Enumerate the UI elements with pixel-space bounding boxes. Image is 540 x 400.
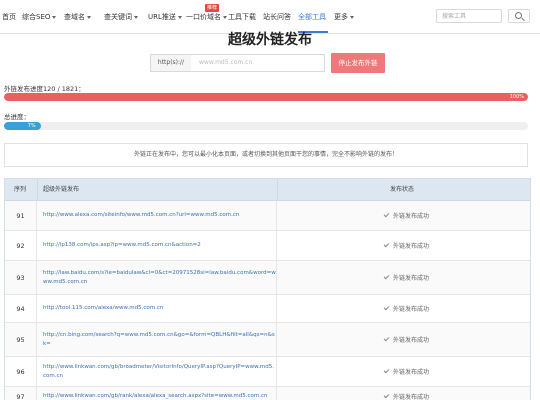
row-status: 外链发布成功 [277, 261, 530, 294]
nav-item-6[interactable]: 工具下载 [228, 12, 256, 22]
total-progress-fill: 7% [4, 122, 41, 130]
nav-item-label: 全部工具 [298, 13, 326, 21]
row-status: 外链发布成功 [277, 323, 530, 356]
table-body: 91 http://www.alexa.com/siteinfo/www.md5.… [5, 201, 530, 400]
table-row: 93 http://law.baidu.com/s?ie=baidulaw&cl=… [5, 261, 530, 295]
row-seq: 91 [5, 201, 37, 230]
header-status: 发布状态 [390, 186, 415, 193]
nav-item-8[interactable]: 全部工具 [298, 12, 326, 22]
row-status-text: 外链发布成功 [392, 337, 429, 344]
nav-item-label: 站长问答 [263, 13, 291, 21]
header-seq: 序列 [14, 186, 27, 193]
row-url-link[interactable]: http://www.linkwan.com/gb/rank/alexa/ale… [37, 387, 277, 400]
check-icon [383, 241, 390, 248]
table-row: 92 http://ip138.com/ips.asp?ip=www.md5.co… [5, 231, 530, 261]
row-status: 外链发布成功 [277, 231, 530, 260]
nav-item-7[interactable]: 站长问答 [263, 12, 291, 22]
link-progress-percent: 100% [509, 94, 524, 100]
protocol-prefix: http(s):// [150, 54, 192, 72]
domain-input[interactable]: www.md5.com.cn [191, 54, 325, 72]
row-status: 外链发布成功 [277, 201, 530, 230]
link-progress-fill [4, 93, 528, 101]
chevron-down-icon [134, 15, 138, 19]
row-seq: 96 [5, 357, 37, 386]
row-url-link[interactable]: http://www.linkwan.com/gb/broadmeter/Vis… [37, 357, 277, 386]
row-status: 外链发布成功 [277, 295, 530, 322]
row-url-link[interactable]: http://www.alexa.com/siteinfo/www.md5.co… [37, 201, 277, 230]
chevron-down-icon [350, 15, 354, 19]
table-row: 95 http://cn.bing.com/search?q=www.md5.co… [5, 323, 530, 357]
check-icon [383, 211, 390, 218]
nav-item-label: 查关键词 [104, 13, 132, 21]
chevron-down-icon [52, 15, 57, 19]
header-url: 超级外链发布 [43, 186, 80, 193]
row-seq: 92 [5, 231, 37, 260]
total-progress-bar: 7% [4, 122, 528, 130]
row-status-text: 外链发布成功 [392, 243, 429, 250]
link-progress-bar: 100% [4, 93, 528, 101]
check-icon [383, 392, 390, 399]
nav-item-0[interactable]: 首页 [2, 12, 16, 22]
nav-item-label: 更多 [334, 13, 348, 21]
table-row: 97 http://www.linkwan.com/gb/rank/alexa/a… [5, 387, 530, 400]
chevron-down-icon [87, 15, 91, 19]
total-progress-percent: 7% [27, 123, 36, 129]
row-url-link[interactable]: http://cn.bing.com/search?q=www.md5.com.… [37, 323, 277, 356]
top-nav: 推荐 搜索工具 首页 综合SEO 查域名 查关键词 URL推送 一口价域名 工具下载 站长问答… [0, 0, 540, 34]
row-status-text: 外链发布成功 [392, 306, 429, 313]
row-status: 外链发布成功 [277, 357, 530, 386]
chevron-down-icon [177, 15, 182, 19]
nav-item-label: 一口价域名 [186, 13, 221, 21]
table-row: 91 http://www.alexa.com/siteinfo/www.md5.… [5, 201, 530, 231]
row-url-link[interactable]: http://ip138.com/ips.asp?ip=www.md5.com.… [37, 231, 277, 260]
row-status-text: 外链发布成功 [392, 369, 429, 376]
nav-item-4[interactable]: URL推送 [148, 12, 182, 22]
hot-badge: 推荐 [205, 4, 220, 12]
tool-search-input[interactable]: 搜索工具 [436, 9, 502, 23]
nav-item-3[interactable]: 查关键词 [104, 12, 138, 22]
results-table: 序列 超级外链发布 发布状态 91 http://www.alexa.com/si… [4, 178, 531, 400]
nav-item-label: 综合SEO [22, 13, 51, 21]
table-row: 96 http://www.linkwan.com/gb/broadmeter/V… [5, 357, 530, 387]
row-seq: 93 [5, 261, 37, 294]
row-seq: 94 [5, 295, 37, 322]
table-header: 序列 超级外链发布 发布状态 [5, 179, 530, 201]
total-progress-label: 总进度： [4, 113, 30, 121]
row-seq: 95 [5, 323, 37, 356]
nav-item-label: 首页 [2, 13, 16, 21]
stop-publish-button[interactable]: 停止发布外链 [331, 53, 385, 73]
publishing-notice: 外链正在发布中，您可以最小化本页面，或者切换到其他页面干您的事情，完全不影响外链… [4, 143, 528, 167]
nav-item-9[interactable]: 更多 [334, 12, 354, 22]
row-status-text: 外链发布成功 [392, 394, 429, 400]
chevron-down-icon [223, 15, 227, 19]
row-seq: 97 [5, 387, 37, 400]
nav-item-2[interactable]: 查域名 [64, 12, 91, 22]
nav-item-label: URL推送 [148, 13, 176, 21]
search-button[interactable] [508, 9, 530, 23]
row-status-text: 外链发布成功 [392, 275, 429, 282]
row-url-link[interactable]: http://tool.115.com/alexa/www.md5.com.cn [37, 295, 277, 322]
check-icon [383, 273, 390, 280]
check-icon [383, 335, 390, 342]
check-icon [383, 367, 390, 374]
page-title: 超级外链发布 [228, 32, 312, 48]
row-status-text: 外链发布成功 [392, 213, 429, 220]
link-progress-label: 外链发布进度120 / 1821： [4, 85, 85, 93]
nav-item-5[interactable]: 一口价域名 [186, 12, 227, 22]
table-row: 94 http://tool.115.com/alexa/www.md5.com.… [5, 295, 530, 323]
nav-item-1[interactable]: 综合SEO [22, 12, 57, 22]
row-status: 外链发布成功 [277, 387, 530, 400]
nav-item-label: 工具下载 [228, 13, 256, 21]
check-icon [383, 304, 390, 311]
nav-item-label: 查域名 [64, 13, 85, 21]
row-url-link[interactable]: http://law.baidu.com/s?ie=baidulaw&cl=0&… [37, 261, 277, 294]
